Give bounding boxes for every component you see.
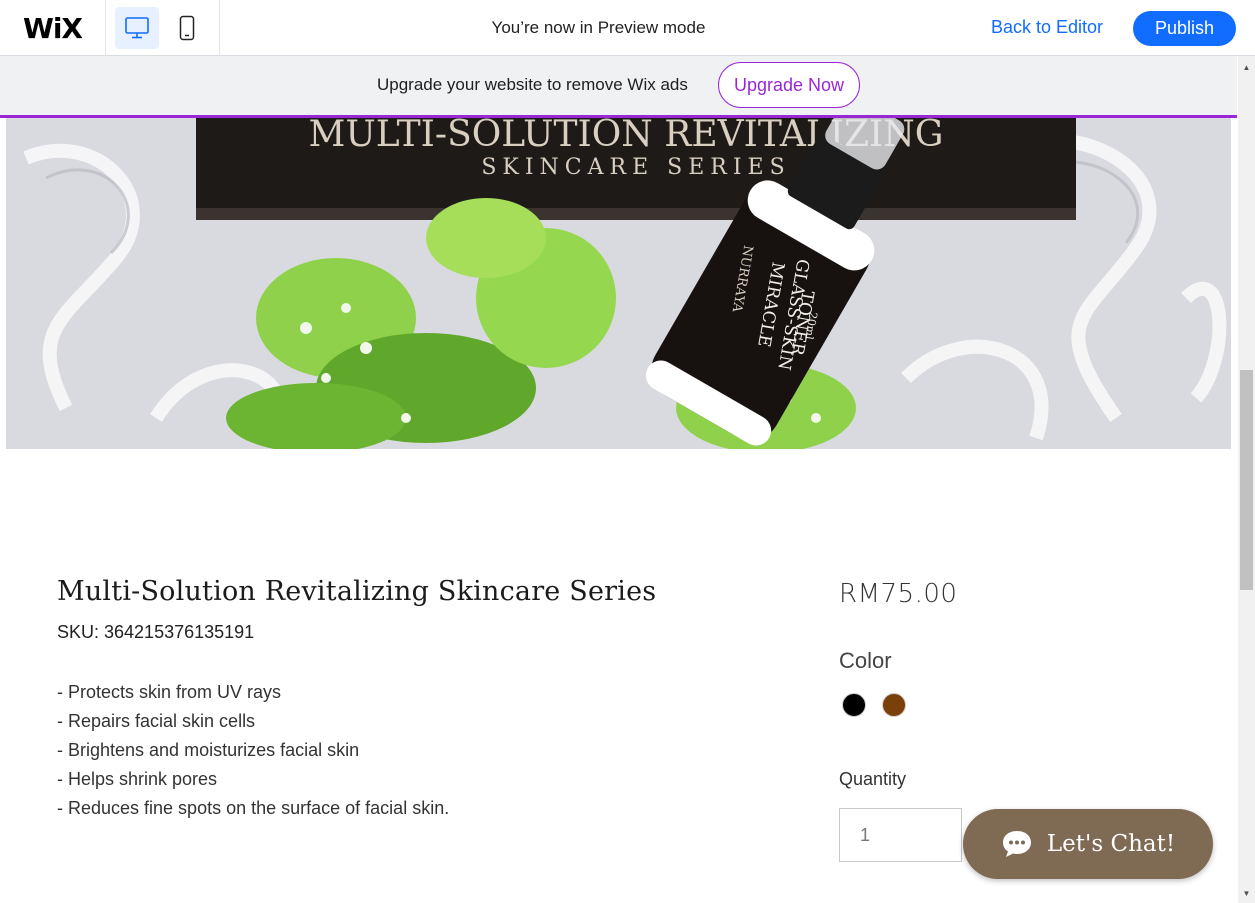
scroll-thumb[interactable]: [1240, 370, 1253, 590]
product-features-list: - Protects skin from UV rays - Repairs f…: [57, 678, 449, 823]
quantity-label: Quantity: [839, 769, 907, 789]
color-swatch-brown[interactable]: [882, 693, 906, 717]
chat-bubble-icon: [1002, 831, 1031, 857]
product-title: Multi-Solution Revitalizing Skincare Ser…: [57, 576, 657, 607]
upgrade-now-button[interactable]: Upgrade Now: [718, 62, 860, 108]
feature-item: - Helps shrink pores: [57, 769, 218, 789]
quantity-input[interactable]: [839, 808, 962, 862]
product-photo: MULTI-SOLUTION REVITALIZING SKINCARE SER…: [6, 118, 1231, 449]
product-hero-image: MULTI-SOLUTION REVITALIZING SKINCARE SER…: [6, 118, 1231, 449]
upgrade-banner: Upgrade your website to remove Wix ads U…: [0, 56, 1237, 118]
feature-item: - Protects skin from UV rays: [57, 682, 282, 702]
page-scrollbar[interactable]: ▲ ▼: [1238, 56, 1255, 903]
back-to-editor-link[interactable]: Back to Editor: [991, 17, 1103, 38]
box-subtitle: SKINCARE SERIES: [481, 155, 790, 180]
feature-item: - Brightens and moisturizes facial skin: [57, 740, 360, 760]
product-price: RM75.00: [839, 579, 958, 609]
scroll-up-arrow-icon[interactable]: ▲: [1238, 59, 1255, 75]
lets-chat-button[interactable]: Let's Chat!: [963, 809, 1213, 879]
feature-item: - Repairs facial skin cells: [57, 711, 256, 731]
upgrade-banner-text: Upgrade your website to remove Wix ads: [377, 75, 688, 94]
feature-item: - Reduces fine spots on the surface of f…: [57, 798, 450, 818]
color-label: Color: [839, 648, 892, 673]
product-sku: SKU: 364215376135191: [57, 622, 255, 642]
lets-chat-label: Let's Chat!: [1046, 831, 1176, 857]
color-swatch-black[interactable]: [842, 693, 866, 717]
publish-button[interactable]: Publish: [1133, 11, 1236, 46]
preview-toolbar: WiX You’re now in Preview mode Back to E…: [0, 0, 1255, 56]
scroll-down-arrow-icon[interactable]: ▼: [1238, 885, 1255, 901]
